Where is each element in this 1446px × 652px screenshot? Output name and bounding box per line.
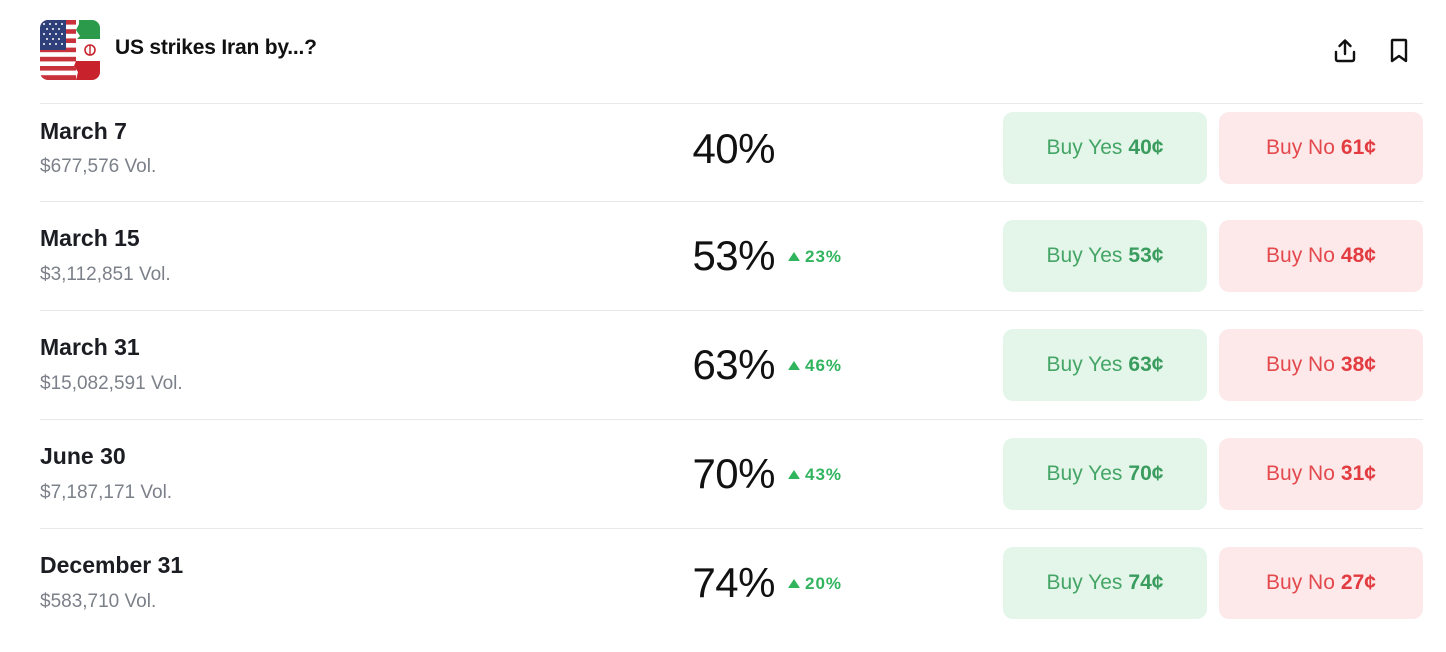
buy-no-button[interactable]: Buy No 27¢ xyxy=(1219,547,1423,619)
up-arrow-icon xyxy=(788,252,800,261)
buy-yes-label: Buy Yes xyxy=(1046,571,1123,594)
up-arrow-icon xyxy=(788,579,800,588)
buy-yes-label: Buy Yes xyxy=(1046,462,1123,485)
outcome-volume: $3,112,851 Vol. xyxy=(40,264,171,285)
buy-no-label: Buy No xyxy=(1266,462,1335,485)
buy-no-price: 48¢ xyxy=(1340,244,1376,267)
probability-change-value: 23% xyxy=(805,247,843,266)
buy-no-price: 61¢ xyxy=(1340,136,1376,159)
outcome-volume: $583,710 Vol. xyxy=(40,591,157,612)
outcome-probability: 70% xyxy=(692,450,775,497)
buy-yes-price: 74¢ xyxy=(1128,571,1164,594)
up-arrow-icon xyxy=(788,470,800,479)
market-header: US strikes Iran by...? xyxy=(0,0,1446,103)
buy-no-price: 27¢ xyxy=(1340,571,1376,594)
probability-change-value: 43% xyxy=(805,465,843,484)
buy-yes-price: 70¢ xyxy=(1128,462,1164,485)
buy-no-button[interactable]: Buy No 61¢ xyxy=(1219,112,1423,184)
buy-yes-label: Buy Yes xyxy=(1046,244,1123,267)
outcome-probability: 63% xyxy=(692,341,775,388)
share-upload-icon[interactable] xyxy=(1330,36,1360,66)
buy-no-price: 38¢ xyxy=(1340,353,1376,376)
buy-no-button[interactable]: Buy No 38¢ xyxy=(1219,329,1423,401)
market-thumbnail[interactable] xyxy=(40,20,100,80)
buy-no-label: Buy No xyxy=(1266,571,1335,594)
outcome-row[interactable]: March 31 $15,082,591 Vol. 63% 46% Buy Ye… xyxy=(40,310,1423,419)
outcome-probability: 53% xyxy=(692,232,775,279)
buy-no-button[interactable]: Buy No 48¢ xyxy=(1219,220,1423,292)
outcome-title: June 30 xyxy=(40,443,126,469)
outcome-title: March 7 xyxy=(40,118,127,144)
buy-no-price: 31¢ xyxy=(1340,462,1376,485)
probability-change: 23% xyxy=(788,247,842,267)
outcome-title: March 15 xyxy=(40,225,140,251)
buy-yes-label: Buy Yes xyxy=(1046,136,1123,159)
outcome-title: December 31 xyxy=(40,552,184,578)
outcome-row[interactable]: December 31 $583,710 Vol. 74% 20% Buy Ye… xyxy=(40,528,1423,637)
bookmark-icon[interactable] xyxy=(1384,36,1414,66)
buy-yes-button[interactable]: Buy Yes 74¢ xyxy=(1003,547,1207,619)
outcome-probability: 40% xyxy=(692,125,775,172)
up-arrow-icon xyxy=(788,361,800,370)
market-outcomes-list: March 7 $677,576 Vol. 40% Buy Yes 40¢ Buy… xyxy=(40,103,1423,637)
outcome-volume: $677,576 Vol. xyxy=(40,156,157,177)
buy-no-label: Buy No xyxy=(1266,353,1335,376)
buy-yes-label: Buy Yes xyxy=(1046,353,1123,376)
buy-no-button[interactable]: Buy No 31¢ xyxy=(1219,438,1423,510)
buy-yes-button[interactable]: Buy Yes 63¢ xyxy=(1003,329,1207,401)
outcome-row[interactable]: March 15 $3,112,851 Vol. 53% 23% Buy Yes… xyxy=(40,201,1423,310)
outcome-volume: $15,082,591 Vol. xyxy=(40,373,183,394)
buy-no-label: Buy No xyxy=(1266,244,1335,267)
outcome-probability: 74% xyxy=(692,559,775,606)
probability-change-value: 46% xyxy=(805,356,843,375)
outcome-title: March 31 xyxy=(40,334,140,360)
buy-yes-price: 53¢ xyxy=(1128,244,1164,267)
probability-change-value: 20% xyxy=(805,574,843,593)
buy-yes-button[interactable]: Buy Yes 53¢ xyxy=(1003,220,1207,292)
outcome-row[interactable]: June 30 $7,187,171 Vol. 70% 43% Buy Yes 7… xyxy=(40,419,1423,528)
buy-yes-price: 63¢ xyxy=(1128,353,1164,376)
buy-yes-price: 40¢ xyxy=(1128,136,1164,159)
probability-change: 43% xyxy=(788,465,842,485)
buy-yes-button[interactable]: Buy Yes 40¢ xyxy=(1003,112,1207,184)
page-title: US strikes Iran by...? xyxy=(115,36,317,59)
buy-yes-button[interactable]: Buy Yes 70¢ xyxy=(1003,438,1207,510)
buy-no-label: Buy No xyxy=(1266,136,1335,159)
outcome-volume: $7,187,171 Vol. xyxy=(40,482,173,503)
probability-change: 20% xyxy=(788,574,842,594)
probability-change: 46% xyxy=(788,356,842,376)
outcome-row[interactable]: March 7 $677,576 Vol. 40% Buy Yes 40¢ Buy… xyxy=(40,103,1423,201)
us-iran-flags-image xyxy=(40,20,100,80)
